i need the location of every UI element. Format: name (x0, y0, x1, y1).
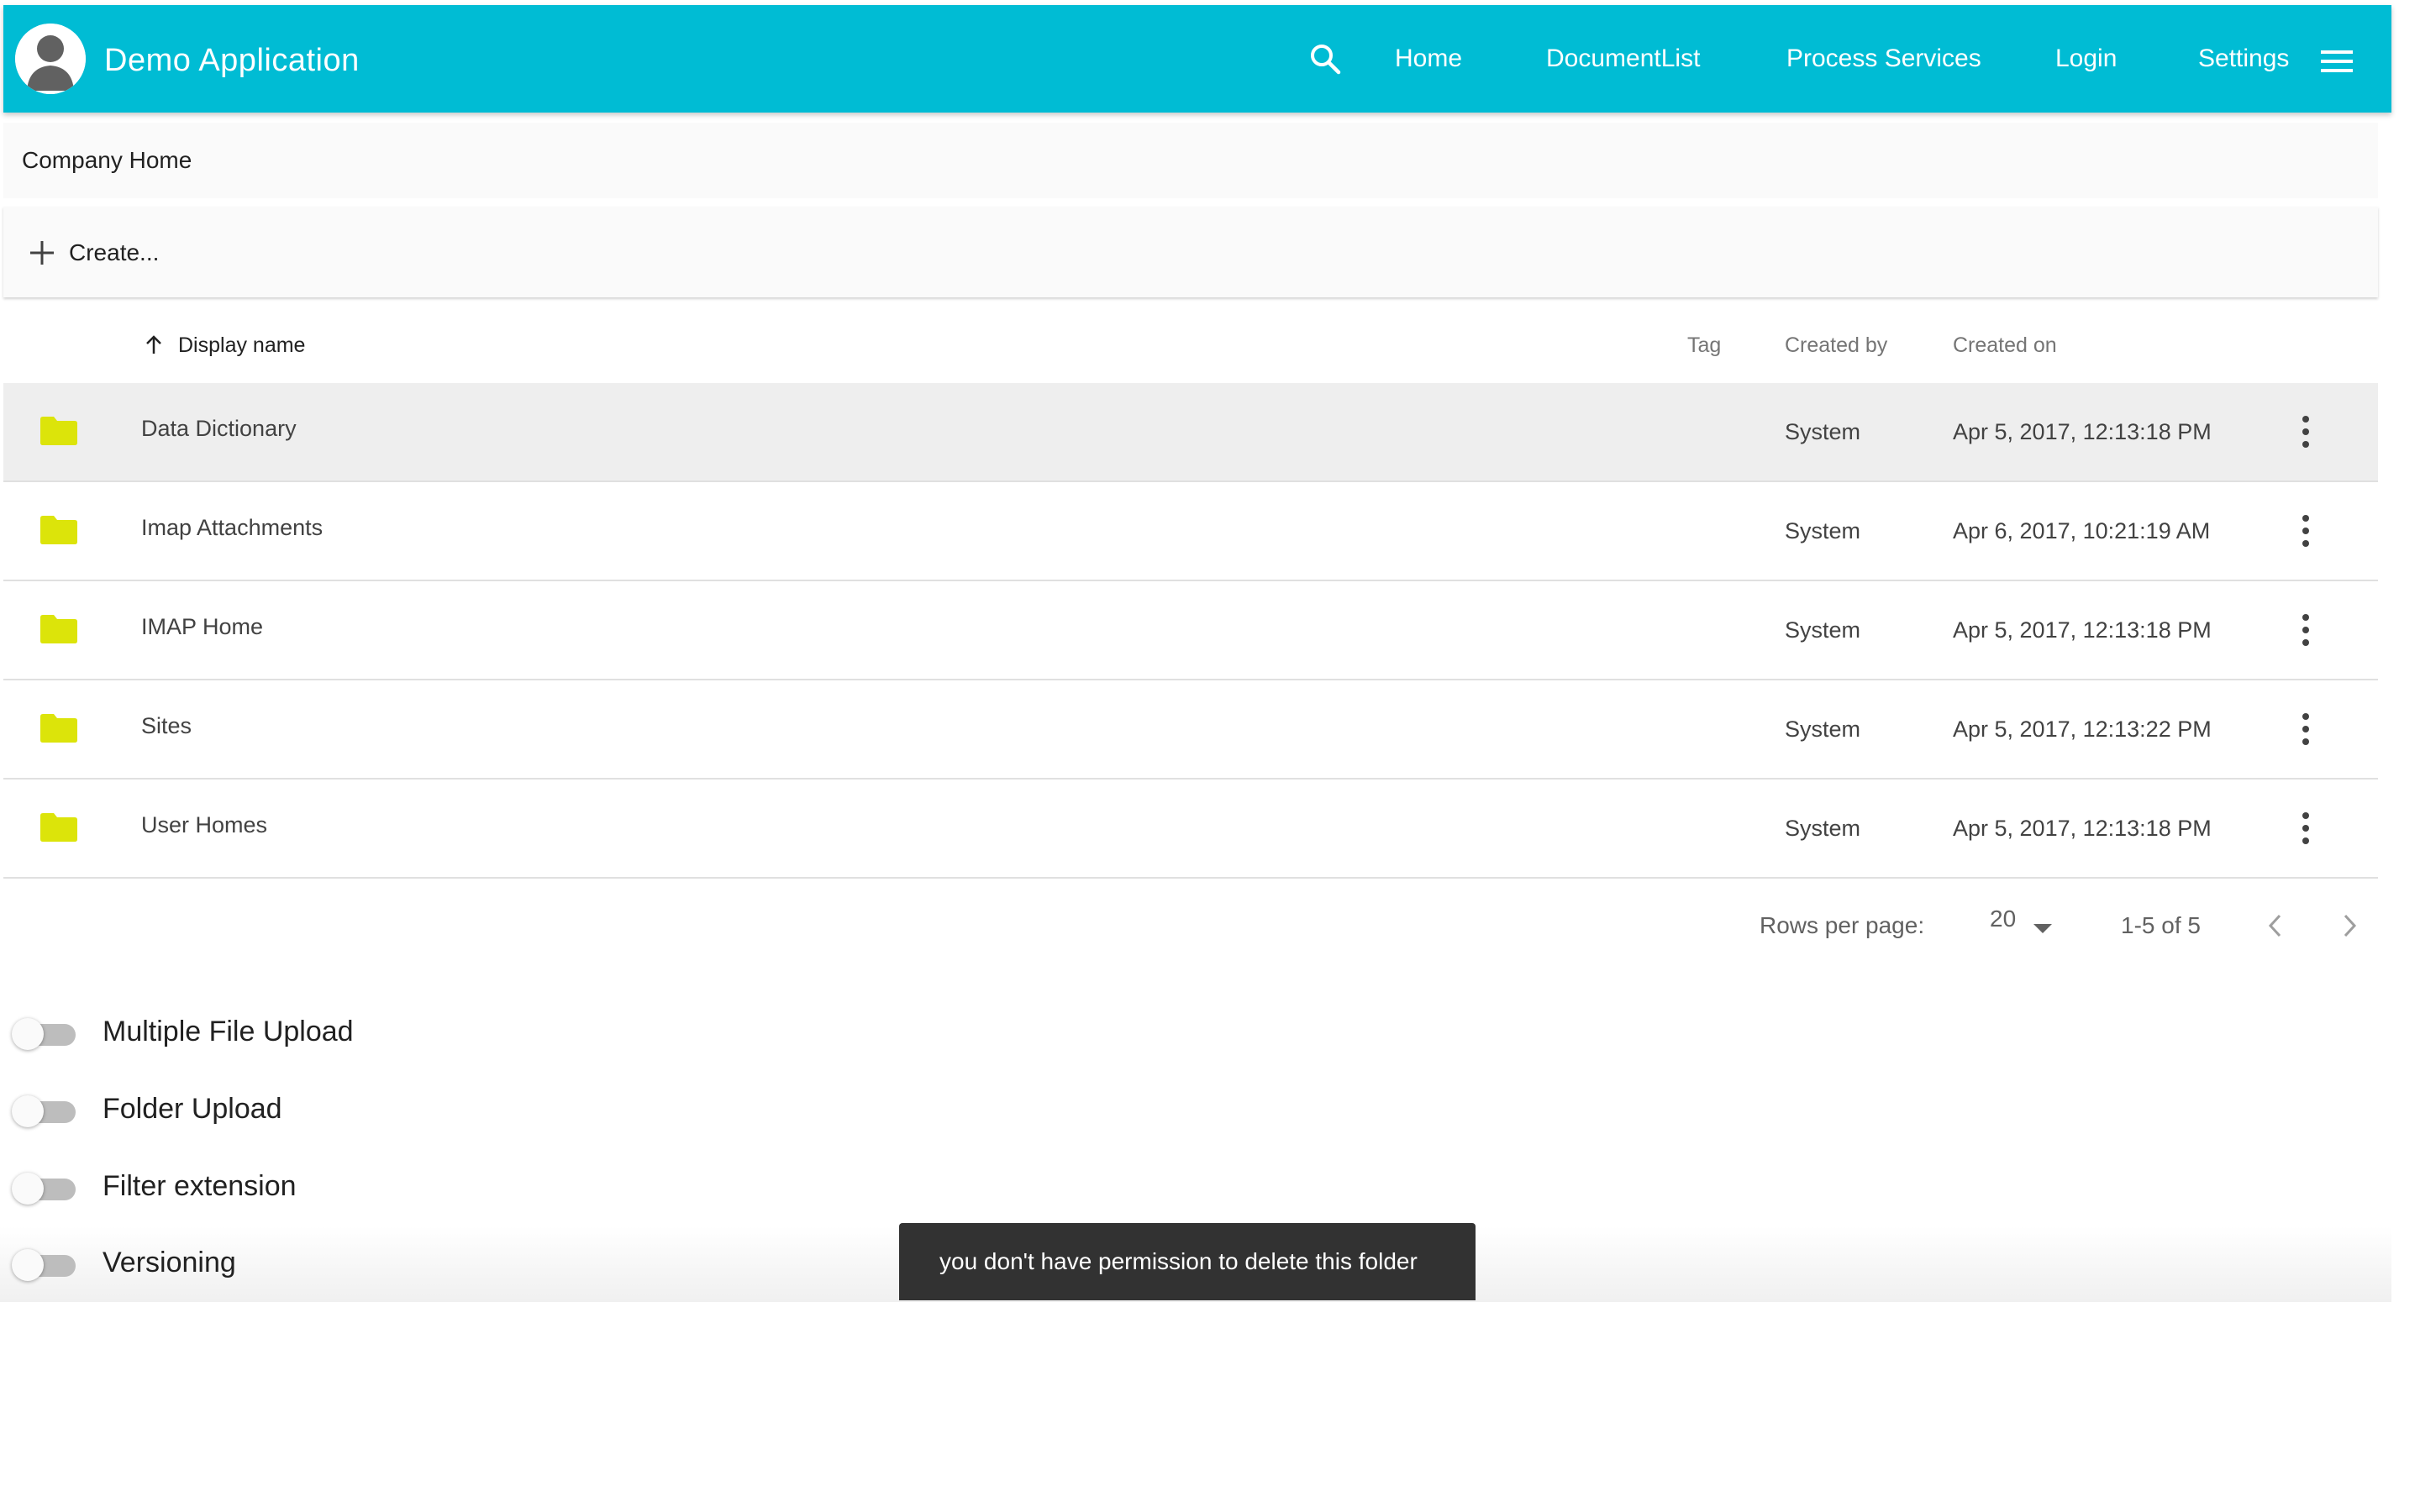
arrow-up-icon (146, 335, 161, 354)
nav-settings[interactable]: Settings (2198, 44, 2289, 74)
more-vert-icon[interactable] (2297, 413, 2314, 450)
switch-thumb (12, 1095, 44, 1127)
table-header: Display name Tag Created by Created on (3, 302, 2378, 385)
search-icon[interactable] (1308, 42, 1342, 76)
column-header-display-name[interactable]: Display name (143, 333, 305, 358)
nav-home[interactable]: Home (1395, 44, 1462, 74)
row-created-by: System (1785, 419, 1861, 444)
table-row[interactable]: IMAP Home System Apr 5, 2017, 12:13:18 P… (3, 581, 2378, 680)
app-root: Demo Application Home DocumentList Proce… (0, 0, 2420, 1512)
snackbar-message: you don't have permission to delete this… (939, 1248, 1418, 1274)
more-vert-icon[interactable] (2297, 612, 2314, 648)
plus-icon (30, 241, 54, 265)
row-created-on: Apr 5, 2017, 12:13:18 PM (1953, 419, 2212, 444)
folder-icon (40, 813, 77, 842)
document-toolbar: Create... (3, 207, 2378, 297)
rows-per-page-label: Rows per page: (1760, 912, 1925, 938)
more-vert-icon[interactable] (2297, 512, 2314, 549)
toggle-label: Versioning (103, 1246, 236, 1278)
user-avatar-icon[interactable] (15, 24, 86, 94)
switch-thumb (12, 1173, 44, 1205)
table-row[interactable]: Sites System Apr 5, 2017, 12:13:22 PM (3, 680, 2378, 780)
app-title: Demo Application (104, 43, 360, 78)
folder-icon (40, 714, 77, 743)
chevron-right-icon[interactable] (2339, 912, 2360, 939)
nav-login[interactable]: Login (2055, 44, 2117, 74)
nav-documentlist[interactable]: DocumentList (1546, 44, 1700, 74)
table-row[interactable]: User Homes System Apr 5, 2017, 12:13:18 … (3, 780, 2378, 879)
document-list-table: Display name Tag Created by Created on D… (3, 302, 2378, 879)
folder-icon (40, 516, 77, 544)
row-created-on: Apr 5, 2017, 12:13:18 PM (1953, 617, 2212, 643)
column-header-display-name-label: Display name (178, 333, 306, 357)
nav-process-services[interactable]: Process Services (1786, 44, 1981, 74)
row-name: IMAP Home (141, 614, 264, 639)
switch-thumb (12, 1249, 44, 1281)
page-range: 1-5 of 5 (2121, 912, 2201, 938)
multiple-file-upload-switch[interactable] (12, 1015, 76, 1050)
breadcrumb-company-home[interactable]: Company Home (22, 146, 192, 175)
row-created-by: System (1785, 717, 1861, 742)
switch-thumb (12, 1018, 44, 1050)
toggle-label: Filter extension (103, 1169, 297, 1202)
pagination: Rows per page: 20 1-5 of 5 (0, 899, 2420, 958)
column-header-created-on[interactable]: Created on (1953, 333, 2057, 358)
row-created-by: System (1785, 518, 1861, 543)
toggle-label: Folder Upload (103, 1092, 282, 1125)
folder-icon (40, 417, 77, 445)
toggle-filter-extension: Filter extension (12, 1161, 297, 1211)
chevron-left-icon[interactable] (2265, 912, 2286, 939)
folder-upload-switch[interactable] (12, 1092, 76, 1127)
more-vert-icon[interactable] (2297, 810, 2314, 847)
create-button-label: Create... (69, 239, 160, 265)
toggle-versioning: Versioning (12, 1237, 236, 1288)
versioning-switch[interactable] (12, 1246, 76, 1281)
column-header-created-by[interactable]: Created by (1785, 333, 1887, 358)
more-vert-icon[interactable] (2297, 711, 2314, 748)
folder-icon (40, 615, 77, 643)
rows-per-page-value: 20 (1990, 906, 2017, 932)
row-name: User Homes (141, 812, 268, 837)
row-created-by: System (1785, 617, 1861, 643)
row-name: Sites (141, 713, 192, 738)
caret-down-icon (2033, 924, 2052, 933)
row-created-on: Apr 5, 2017, 12:13:18 PM (1953, 816, 2212, 841)
column-header-tag[interactable]: Tag (1687, 333, 1721, 358)
create-button[interactable]: Create... (29, 232, 159, 274)
rows-per-page-select[interactable]: 20 (1986, 906, 2062, 948)
table-row[interactable]: Data Dictionary System Apr 5, 2017, 12:1… (3, 383, 2378, 482)
row-name: Imap Attachments (141, 515, 324, 540)
snackbar: you don't have permission to delete this… (899, 1223, 1476, 1300)
breadcrumb: Company Home (3, 123, 2378, 198)
row-created-on: Apr 5, 2017, 12:13:22 PM (1953, 717, 2212, 742)
row-created-on: Apr 6, 2017, 10:21:19 AM (1953, 518, 2211, 543)
row-created-by: System (1785, 816, 1861, 841)
toggle-label: Multiple File Upload (103, 1015, 354, 1047)
row-name: Data Dictionary (141, 416, 297, 441)
toggle-multiple-file-upload: Multiple File Upload (12, 1006, 354, 1057)
hamburger-menu-icon[interactable] (2321, 49, 2353, 74)
toggle-folder-upload: Folder Upload (12, 1084, 282, 1134)
app-header: Demo Application Home DocumentList Proce… (3, 5, 2391, 113)
table-row[interactable]: Imap Attachments System Apr 6, 2017, 10:… (3, 482, 2378, 581)
filter-extension-switch[interactable] (12, 1169, 76, 1205)
